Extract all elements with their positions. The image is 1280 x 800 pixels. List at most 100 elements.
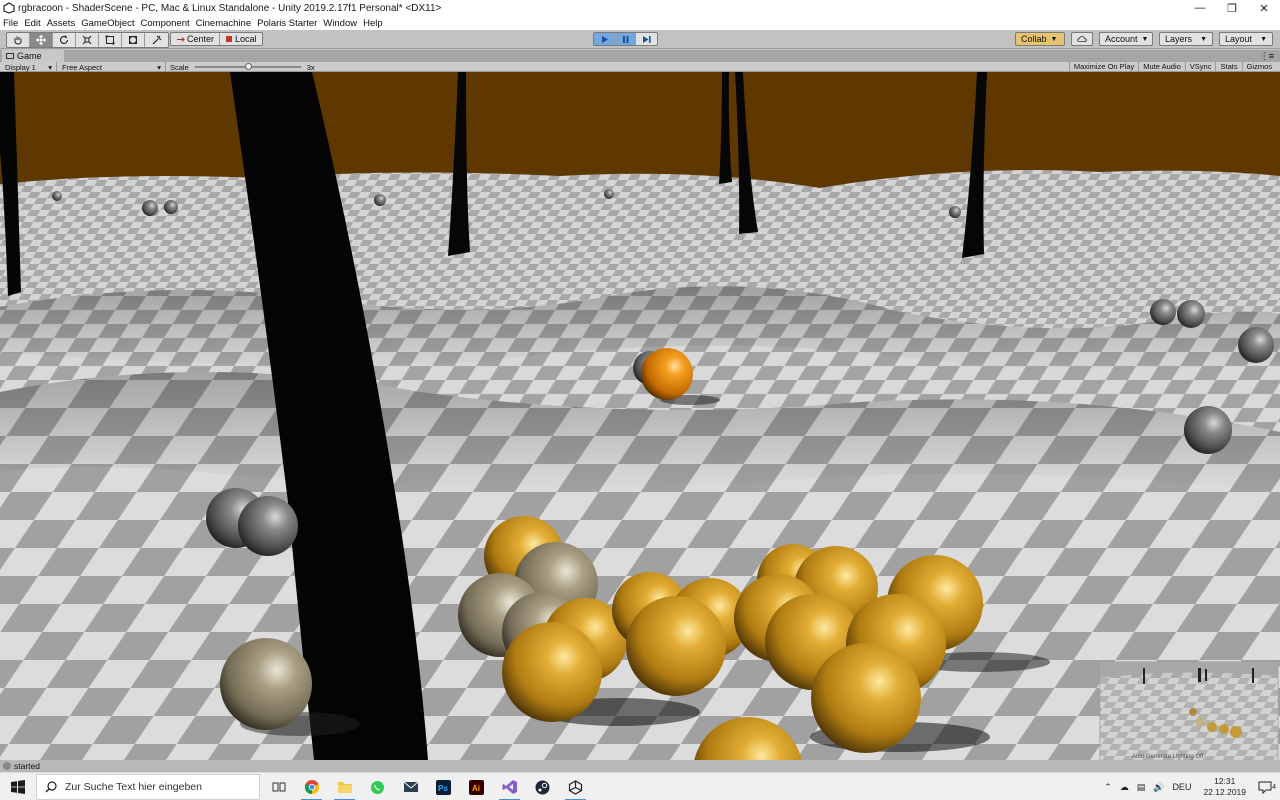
gold-ball [811,643,921,753]
menu-cinemachine[interactable]: Cinemachine [196,18,251,29]
transform-icon[interactable] [122,33,145,47]
layers-dropdown[interactable]: Layers ▼ [1159,32,1213,46]
sphere [238,496,298,556]
scale-slider[interactable] [194,63,301,70]
chevron-down-icon: ▼ [1200,35,1207,43]
menu-gameobject[interactable]: GameObject [81,18,134,29]
mail-icon[interactable] [394,773,427,800]
menu-polaris-starter[interactable]: Polaris Starter [257,18,317,29]
sphere [1177,300,1205,328]
sphere [949,206,961,218]
illustrator-icon[interactable]: Ai [460,773,493,800]
tab-menu-icon[interactable]: ⋮≡ [1260,51,1274,62]
mute-audio-button[interactable]: Mute Audio [1138,62,1185,72]
play-controls [593,32,658,46]
game-tab[interactable]: Game [2,50,64,62]
vsync-button[interactable]: VSync [1184,62,1216,72]
menu-file[interactable]: File [3,18,18,29]
window-controls: — ❐ ✕ [1184,0,1280,16]
language-indicator[interactable]: DEU [1168,782,1195,792]
custom-tool-icon[interactable] [145,33,168,47]
khaki-ball [220,638,312,730]
scale-slider-thumb[interactable] [244,63,252,70]
file-explorer-icon[interactable] [328,773,361,800]
sphere [374,194,386,206]
system-tray: ⌃ ☁ ▤ 🔊 DEU 12:31 22.12.2019 4 [1100,773,1280,800]
stats-button[interactable]: Stats [1215,62,1241,72]
display-label: Display 1 [5,62,36,72]
onedrive-icon[interactable]: ☁ [1116,782,1133,793]
gold-ball [502,622,602,722]
pivot-center-button[interactable]: Center [171,33,221,45]
chevron-down-icon: ▼ [1260,35,1267,43]
account-dropdown[interactable]: Account ▼ [1099,32,1153,46]
aspect-dropdown[interactable]: Free Aspect ▾ [57,62,166,72]
menu-assets[interactable]: Assets [47,18,76,29]
pivot-center-label: Center [187,34,215,44]
move-icon[interactable] [30,33,53,47]
unity-icon[interactable] [559,773,592,800]
clock[interactable]: 12:31 22.12.2019 [1195,776,1254,798]
pause-icon [622,35,628,43]
status-message[interactable]: started [14,761,40,771]
scale-icon[interactable] [76,33,99,47]
collab-button[interactable]: Collab ▼ [1015,32,1065,46]
title-bar: rgbracoon - ShaderScene - PC, Mac & Linu… [0,0,1280,16]
steam-icon[interactable] [526,773,559,800]
menu-help[interactable]: Help [363,18,383,29]
search-icon [45,781,57,793]
layout-dropdown[interactable]: Layout ▼ [1219,32,1273,46]
scale-control: Scale 3x [170,62,315,72]
gold-ball [626,596,726,696]
photoshop-icon[interactable]: Ps [427,773,460,800]
pivot-local-label: Local [235,34,257,44]
step-button[interactable] [636,33,657,45]
clock-time: 12:31 [1214,776,1236,786]
gizmos-button[interactable]: Gizmos [1241,62,1276,72]
network-icon[interactable]: ▤ [1133,782,1150,793]
taskbar: Zur Suche Text hier eingeben Ps Ai ⌃ ☁ ▤… [0,772,1280,800]
svg-text:Ai: Ai [472,784,480,793]
info-icon [3,762,11,770]
chevron-down-icon: ▾ [157,62,161,72]
chevron-up-icon[interactable]: ⌃ [1100,782,1116,793]
task-view-icon[interactable] [262,773,295,800]
display-dropdown[interactable]: Display 1 ▾ [0,62,57,72]
menu-edit[interactable]: Edit [24,18,40,29]
start-button[interactable] [0,773,36,800]
scale-label: Scale [170,62,189,72]
chrome-icon[interactable] [295,773,328,800]
hand-icon[interactable] [7,33,30,47]
cloud-button[interactable] [1071,32,1093,46]
menu-window[interactable]: Window [323,18,357,29]
account-label: Account [1105,34,1138,44]
close-icon[interactable]: ✕ [1248,0,1280,16]
pause-button[interactable] [615,33,636,45]
menu-bar: File Edit Assets GameObject Component Ci… [0,16,1280,30]
whatsapp-icon[interactable] [361,773,394,800]
pivot-local-button[interactable]: Local [220,33,262,45]
play-button[interactable] [594,33,615,45]
search-placeholder: Zur Suche Text hier eingeben [65,781,202,793]
sphere [1150,299,1176,325]
maximize-icon[interactable]: ❐ [1216,0,1248,16]
search-input[interactable]: Zur Suche Text hier eingeben [36,774,260,800]
notifications-button[interactable]: 4 [1254,781,1280,794]
step-icon [642,35,651,43]
notification-count: 4 [1272,783,1276,791]
status-bar: started [0,760,1280,772]
rect-icon[interactable] [99,33,122,47]
orange-ball [641,348,693,400]
transform-tools [6,32,169,48]
volume-icon[interactable]: 🔊 [1149,782,1168,793]
visual-studio-icon[interactable] [493,773,526,800]
menu-component[interactable]: Component [141,18,190,29]
rotate-icon[interactable] [53,33,76,47]
game-view-bar: Display 1 ▾ Free Aspect ▾ Scale 3x Maxim… [0,62,1280,72]
minimize-icon[interactable]: — [1184,0,1216,16]
maximize-on-play-button[interactable]: Maximize On Play [1068,62,1138,72]
notification-icon [1258,781,1272,794]
aspect-label: Free Aspect [62,62,103,72]
game-viewport[interactable]: Auto Generate Lighting Off [0,72,1280,760]
svg-text:Ps: Ps [438,784,448,793]
